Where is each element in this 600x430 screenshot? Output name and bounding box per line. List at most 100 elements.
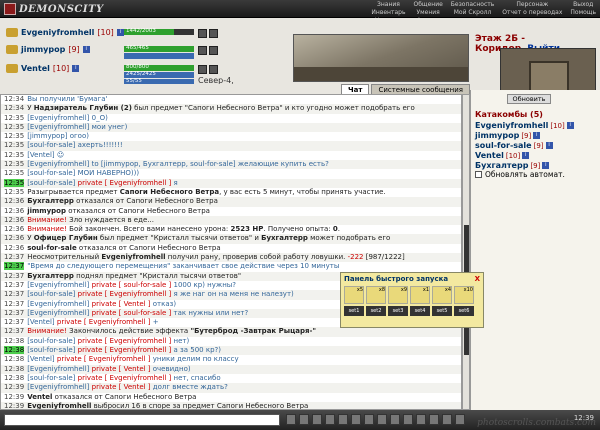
quick-slot[interactable]: x1 [410,286,430,304]
chat-line[interactable]: 12:36 Бухгалтерр отказался от Сапоги Небе… [1,197,461,207]
toolbar-button[interactable] [442,414,452,425]
quick-slot[interactable]: x4 [432,286,452,304]
chat-input[interactable] [4,414,280,426]
chat-line[interactable]: 12:35 [soul-for-sale] private [ Evgeniyfr… [1,178,461,188]
chat-line[interactable]: 12:35 [Ventel] ☺ [1,151,461,160]
quick-slot[interactable]: x5 [344,286,364,304]
info-icon[interactable]: i [533,132,541,139]
tab-chat[interactable]: Чат [341,84,370,94]
menu-item[interactable]: Умения [414,9,443,16]
quick-set-button[interactable]: set3 [388,306,408,316]
chat-line[interactable]: 12:34 У Надзиратель Глубин (2) был предме… [1,104,461,114]
location-player-name[interactable]: Ventel [475,151,504,160]
chat-log[interactable]: 12:34 Вы получили 'Бумага' 12:34 У Надзират… [0,94,462,410]
menu-item[interactable]: Инвентарь [371,9,405,16]
close-icon[interactable]: X [475,275,480,283]
auto-refresh-toggle[interactable]: Обновлять автомат. [475,170,565,179]
chat-line[interactable]: 12:37 Внимание! Закончилось действие эффе… [1,327,461,337]
location-player-name[interactable]: Бухгалтерр [475,161,528,170]
location-player[interactable]: jimmypop [9] i [475,131,541,140]
chat-line[interactable]: 12:38 [soul-for-sale] private [ Evgeniyfr… [1,346,461,356]
toolbar-button[interactable] [429,414,439,425]
chat-line[interactable]: 12:35 Разыгрывается предмет Сапоги Небесн… [1,188,461,197]
info-icon[interactable]: i [542,162,550,169]
chat-line[interactable]: 12:38 [Evgeniyfromhell] private [ Ventel … [1,364,461,374]
info-icon[interactable]: i [566,122,574,129]
refresh-button[interactable]: Обновить [507,94,551,104]
chat-line[interactable]: 12:35 [jimmypop] огоо) [1,132,461,141]
logo[interactable]: DEMONSCITY [4,1,104,17]
toolbar-button[interactable] [325,414,335,425]
chat-line[interactable]: 12:36 soul-for-sale отказался от Сапоги Н… [1,244,461,253]
chat-line[interactable]: 12:36 Внимание! Зло нуждается в еде... [1,215,461,226]
chat-scrollbar[interactable] [462,94,470,410]
chat-line[interactable]: 12:39 Evgeniyfromhell выбросил 16 в споре… [1,401,461,409]
chat-line[interactable]: 12:35 [Evgeniyfromhell] 0_O) [1,114,461,123]
menu-item[interactable]: Знания [371,1,405,8]
location-player[interactable]: Бухгалтерр [9] i [475,161,550,170]
status-icon[interactable] [198,65,207,74]
chat-line[interactable]: 12:38 [Ventel] private [ Evgeniyfromhell … [1,355,461,364]
chat-line[interactable]: 12:38 [soul-for-sale] private [ Evgeniyfr… [1,374,461,383]
chat-line[interactable]: 12:35 [Evgeniyfromhell] мои унег) [1,122,461,133]
chat-line[interactable]: 12:36 Внимание! Бой закончен. Всего вами … [1,225,461,234]
toolbar-button[interactable] [364,414,374,425]
chat-line[interactable]: 12:39 [Evgeniyfromhell] private [ Ventel … [1,383,461,393]
toolbar-button[interactable] [377,414,387,425]
status-icon[interactable] [209,46,218,55]
menu-item[interactable]: Общение [414,1,443,8]
chat-line[interactable]: 12:36 У Офицер Глубин был предмет "Криста… [1,234,461,244]
player-name[interactable]: Evgeniyfromhell [21,28,94,37]
chat-line[interactable]: 12:34 Вы получили 'Бумага' [1,95,461,104]
toolbar-button[interactable] [312,414,322,425]
chat-line[interactable]: 12:37 Неосмотрительный Evgeniyfromhell по… [1,253,461,263]
location-player[interactable]: Evgeniyfromhell [10] i [475,121,574,130]
quick-set-button[interactable]: set6 [454,306,474,316]
menu-item[interactable]: Персонаж [502,1,562,8]
info-icon[interactable]: i [545,142,553,149]
chat-line[interactable]: 12:39 Ventel отказался от Сапоги Небесног… [1,393,461,402]
toolbar-button[interactable] [338,414,348,425]
info-icon[interactable]: i [72,65,80,72]
auto-refresh-checkbox[interactable] [475,171,482,178]
toolbar-button[interactable] [403,414,413,425]
status-icon[interactable] [198,46,207,55]
menu-item[interactable]: Отчет о переводах [502,9,562,16]
quick-slot[interactable]: x10 [454,286,474,304]
toolbar-button[interactable] [299,414,309,425]
player-name[interactable]: Ventel [21,64,50,73]
status-icon[interactable] [198,29,207,38]
player-row[interactable]: jimmypop [9] i [6,45,90,54]
tab-system[interactable]: Системные сообщения [371,84,470,94]
info-icon[interactable]: i [82,46,90,53]
location-player-name[interactable]: Evgeniyfromhell [475,121,548,130]
quick-set-button[interactable]: set1 [344,306,364,316]
toolbar-button[interactable] [416,414,426,425]
location-player[interactable]: Ventel [10] i [475,151,530,160]
chat-line[interactable]: 12:35 [soul-for-sale] ахерть!!!!!!! [1,141,461,151]
player-row[interactable]: Evgeniyfromhell [10] i [6,28,124,37]
status-icon[interactable] [209,65,218,74]
quick-slot[interactable]: x8 [366,286,386,304]
chat-line[interactable]: 12:37 "Время до следующего перемещения" з… [1,262,461,271]
toolbar-button[interactable] [286,414,296,425]
quick-slot[interactable]: x9 [388,286,408,304]
toolbar-button[interactable] [455,414,465,425]
quick-set-button[interactable]: set5 [432,306,452,316]
status-icon[interactable] [209,29,218,38]
player-name[interactable]: jimmypop [21,45,65,54]
location-player[interactable]: soul-for-sale [9] i [475,141,553,150]
menu-item[interactable]: Мой Скролл [451,9,495,16]
quick-set-button[interactable]: set2 [366,306,386,316]
menu-item[interactable]: Безопасность [451,1,495,8]
menu-item[interactable]: Помощь [570,9,596,16]
toolbar-button[interactable] [390,414,400,425]
quick-set-button[interactable]: set4 [410,306,430,316]
chat-line[interactable]: 12:35 [soul-for-sale] МОИ НАВЕРНО))) [1,169,461,178]
toolbar-button[interactable] [351,414,361,425]
location-player-name[interactable]: soul-for-sale [475,141,532,150]
chat-line[interactable]: 12:36 jimmypop отказался от Сапоги Небесн… [1,207,461,216]
location-player-name[interactable]: jimmypop [475,131,519,140]
chat-line[interactable]: 12:38 [soul-for-sale] private [ Evgeniyfr… [1,337,461,346]
chat-line[interactable]: 12:35 [Evgeniyfromhell] to [jimmypop, Бух… [1,160,461,170]
